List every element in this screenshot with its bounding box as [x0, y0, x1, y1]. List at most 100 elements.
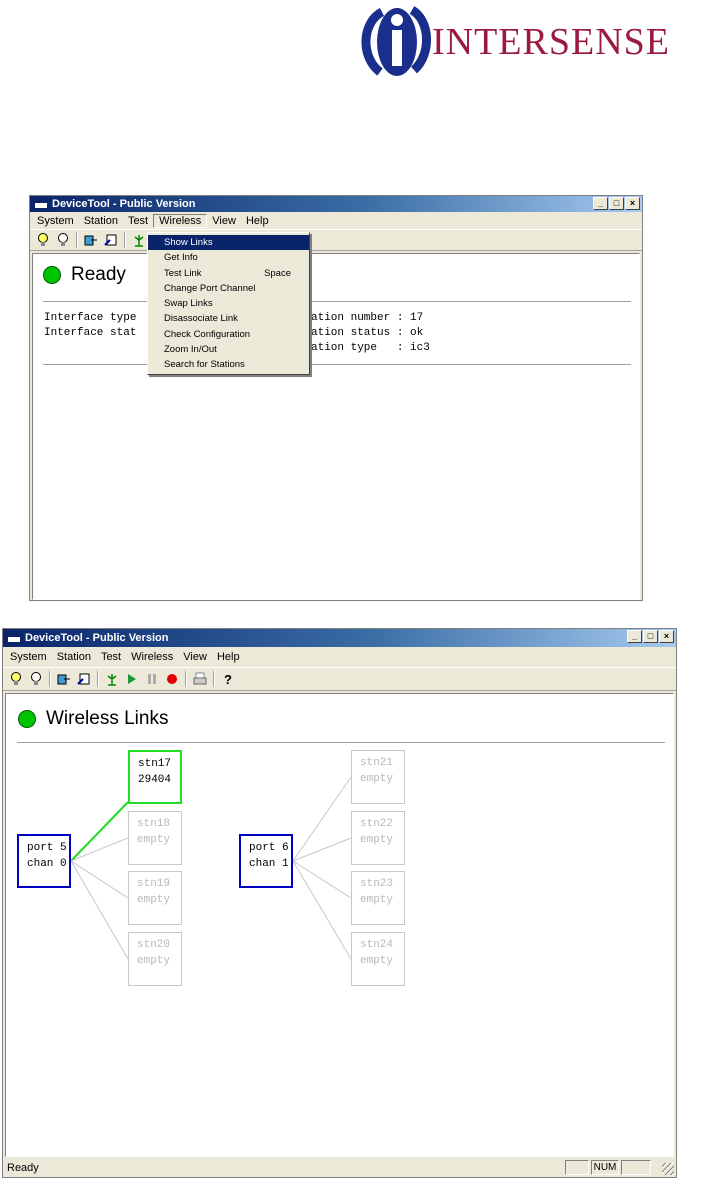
link-line-stn24	[292, 860, 352, 960]
pause-icon[interactable]	[143, 670, 161, 688]
info-left-2: Interface stat	[44, 327, 137, 339]
status-panel-1	[565, 1160, 589, 1175]
config-icon[interactable]	[102, 231, 120, 249]
toolbar	[30, 229, 642, 251]
menu-test[interactable]: Test	[123, 215, 153, 227]
bulb-on-icon[interactable]	[34, 231, 52, 249]
minimize-button[interactable]: _	[627, 630, 642, 643]
station-box-stn19[interactable]: stn19 empty	[128, 871, 182, 925]
link-line-stn19	[70, 860, 129, 899]
station-serial: empty	[360, 955, 394, 967]
link-line-stn22	[292, 837, 352, 862]
config-icon[interactable]	[75, 670, 93, 688]
info-right-2: ation status : ok	[311, 327, 424, 339]
menu-item-swap-links[interactable]: Swap Links	[148, 296, 309, 311]
station-serial: empty	[360, 834, 394, 846]
station-label: stn21	[360, 757, 394, 769]
station-box-stn20[interactable]: stn20 empty	[128, 932, 182, 986]
resize-grip-icon[interactable]	[662, 1163, 674, 1175]
menu-bar: System Station Test Wireless View Help	[30, 212, 642, 229]
window-title: DeviceTool - Public Version	[25, 632, 169, 644]
station-serial: empty	[137, 955, 171, 967]
close-button[interactable]: ×	[659, 630, 674, 643]
connect-icon[interactable]	[82, 231, 100, 249]
station-label: stn22	[360, 818, 394, 830]
title-bar[interactable]: DeviceTool - Public Version _ □ ×	[30, 196, 642, 212]
maximize-button[interactable]: □	[643, 630, 658, 643]
status-text: Ready	[7, 1161, 39, 1174]
station-box-stn17[interactable]: stn17 29404	[128, 750, 182, 804]
menu-item-get-info[interactable]: Get Info	[148, 250, 309, 265]
close-button[interactable]: ×	[625, 197, 640, 210]
port-label: port 5	[27, 842, 67, 854]
devicetool-window-menu: DeviceTool - Public Version _ □ × System…	[29, 195, 643, 601]
devicetool-window-links: DeviceTool - Public Version _ □ × System…	[2, 628, 677, 1178]
status-heading: Ready	[71, 264, 126, 285]
menu-item-show-links[interactable]: Show Links	[148, 235, 309, 251]
bulb-on-icon[interactable]	[7, 670, 25, 688]
wireless-menu-dropdown: Show Links Get Info Test Link Space Chang…	[147, 232, 310, 375]
station-box-stn22[interactable]: stn22 empty	[351, 811, 405, 865]
station-box-stn18[interactable]: stn18 empty	[128, 811, 182, 865]
menu-item-disassociate-link[interactable]: Disassociate Link	[148, 311, 309, 326]
help-icon[interactable]: ?	[219, 670, 237, 688]
menu-item-test-link[interactable]: Test Link Space	[148, 266, 309, 281]
link-line-stn18	[70, 837, 129, 862]
status-light-icon	[43, 266, 61, 284]
menu-system[interactable]: System	[32, 215, 79, 227]
menu-view[interactable]: View	[207, 215, 241, 227]
info-divider	[43, 364, 631, 366]
connect-icon[interactable]	[55, 670, 73, 688]
toolbar-separator	[49, 671, 51, 687]
port-6-box[interactable]: port 6 chan 1	[239, 834, 293, 888]
record-icon[interactable]	[163, 670, 181, 688]
menu-item-change-port-channel[interactable]: Change Port Channel	[148, 281, 309, 296]
menu-station[interactable]: Station	[52, 651, 96, 663]
app-icon	[34, 199, 48, 209]
client-area: Ready Interface type Interface stat atio…	[32, 253, 640, 600]
port-5-box[interactable]: port 5 chan 0	[17, 834, 71, 888]
title-bar[interactable]: DeviceTool - Public Version _ □ ×	[3, 629, 676, 647]
station-box-stn24[interactable]: stn24 empty	[351, 932, 405, 986]
minimize-button[interactable]: _	[593, 197, 608, 210]
status-bar: Ready NUM	[3, 1158, 676, 1177]
link-line-stn17	[70, 801, 129, 862]
logo-emblem-icon	[361, 6, 431, 76]
info-right-1: ation number : 17	[311, 312, 424, 324]
menu-system[interactable]: System	[5, 651, 52, 663]
menu-item-search-stations[interactable]: Search for Stations	[148, 357, 309, 372]
station-serial: empty	[137, 894, 171, 906]
station-serial: empty	[137, 834, 171, 846]
play-icon[interactable]	[123, 670, 141, 688]
menu-item-check-configuration[interactable]: Check Configuration	[148, 327, 309, 342]
menu-help[interactable]: Help	[212, 651, 245, 663]
station-label: stn23	[360, 878, 394, 890]
toolbar-separator	[76, 232, 78, 248]
menu-station[interactable]: Station	[79, 215, 123, 227]
port-label: port 6	[249, 842, 289, 854]
station-box-stn21[interactable]: stn21 empty	[351, 750, 405, 804]
shortcut-label: Space	[264, 267, 291, 279]
info-right-3: ation type : ic3	[311, 342, 430, 354]
menu-help[interactable]: Help	[241, 215, 274, 227]
bulb-off-icon[interactable]	[27, 670, 45, 688]
menu-wireless[interactable]: Wireless	[153, 213, 208, 228]
link-line-stn20	[70, 860, 129, 960]
menu-wireless[interactable]: Wireless	[126, 651, 178, 663]
antenna-icon[interactable]	[103, 670, 121, 688]
intersense-logo: INTERSENSE	[360, 2, 720, 80]
chan-label: chan 0	[27, 858, 67, 870]
menu-test[interactable]: Test	[96, 651, 126, 663]
logo-wordmark: INTERSENSE	[432, 21, 670, 63]
chan-label: chan 1	[249, 858, 289, 870]
antenna-icon[interactable]	[130, 231, 148, 249]
window-title: DeviceTool - Public Version	[52, 198, 196, 210]
links-connections	[70, 776, 352, 960]
station-box-stn23[interactable]: stn23 empty	[351, 871, 405, 925]
bulb-off-icon[interactable]	[54, 231, 72, 249]
menu-view[interactable]: View	[178, 651, 212, 663]
menu-item-zoom[interactable]: Zoom In/Out	[148, 342, 309, 357]
maximize-button[interactable]: □	[609, 197, 624, 210]
toolbar: ?	[3, 667, 676, 691]
print-icon[interactable]	[191, 670, 209, 688]
